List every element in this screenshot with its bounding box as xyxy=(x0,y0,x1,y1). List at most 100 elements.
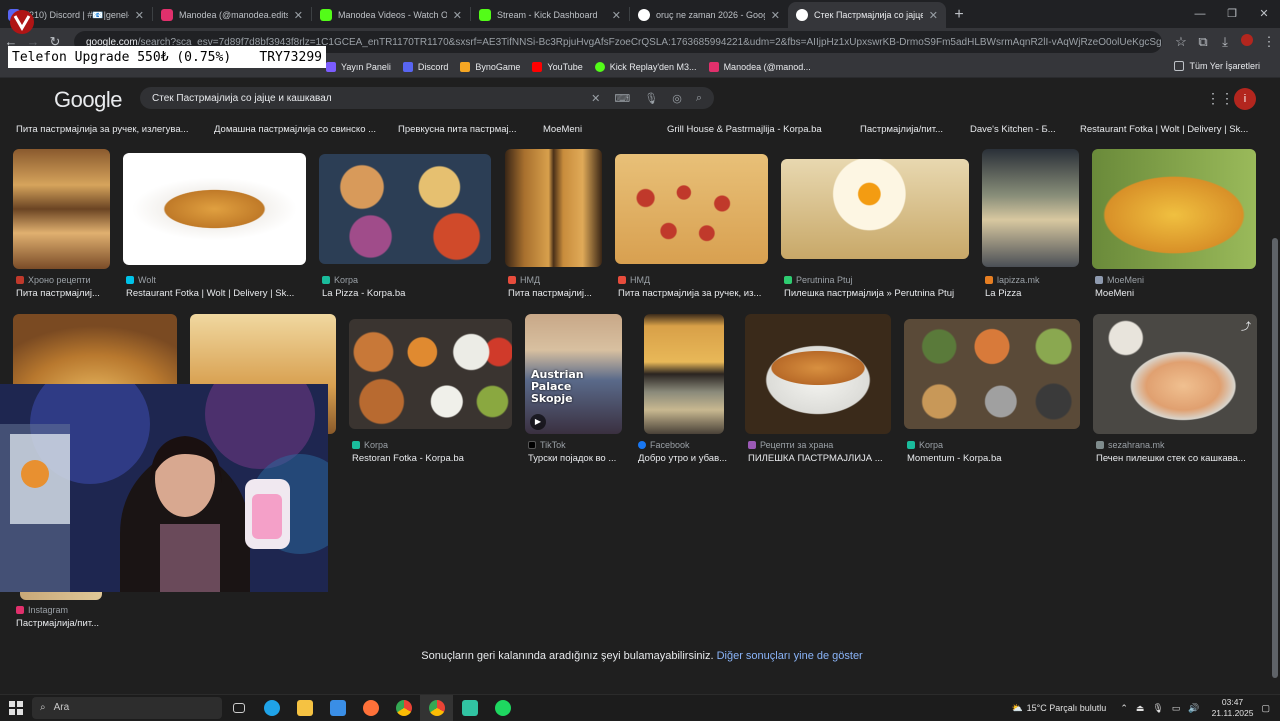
result-title[interactable]: Dave's Kitchen - Б... xyxy=(970,124,1070,135)
result-title[interactable]: Домашна пастрмајлија со свинско ... xyxy=(214,124,392,135)
bookmark-star-icon[interactable]: ☆ xyxy=(1170,31,1192,53)
result-image[interactable] xyxy=(615,154,768,264)
tab-google-oruc[interactable]: oruç ne zaman 2026 - Google'd ✕ xyxy=(630,2,788,28)
result-card-caption[interactable]: Рецепти за храна ПИЛЕШКА ПАСТРМАЈЛИЈА ..… xyxy=(748,440,893,464)
tab-kick-videos[interactable]: Manodea Videos - Watch On-D ✕ xyxy=(312,2,470,28)
bookmark-yayin-paneli[interactable]: Yayın Paneli xyxy=(326,61,391,72)
chrome-active-icon[interactable] xyxy=(420,694,453,721)
result-image[interactable] xyxy=(904,319,1080,429)
firefox-icon[interactable] xyxy=(354,695,387,721)
result-image[interactable] xyxy=(505,149,602,267)
result-card-caption[interactable]: Хроно рецепти Пита пастрмајлиј... xyxy=(16,275,116,299)
result-video[interactable]: Austrian Palace Skopje ▶ xyxy=(525,314,622,434)
menu-icon[interactable]: ⋮ xyxy=(1258,31,1280,53)
bookmark-kick-replay[interactable]: Kick Replay'den M3... xyxy=(594,61,697,72)
result-card-caption[interactable]: НМД Пита пастрмајлиј... xyxy=(508,275,604,299)
result-card-caption[interactable]: lapizza.mk La Pizza xyxy=(985,275,1081,299)
result-image[interactable] xyxy=(349,319,512,429)
page-scrollbar[interactable] xyxy=(1272,238,1278,678)
result-card-caption[interactable]: Korpa La Pizza - Korpa.ba xyxy=(322,275,492,299)
share-icon[interactable]: ⤴ xyxy=(1241,318,1251,333)
minimize-icon[interactable]: — xyxy=(1184,0,1216,28)
result-card-caption[interactable]: Korpa Momentum - Korpa.ba xyxy=(907,440,1077,464)
edge-icon[interactable] xyxy=(255,695,288,721)
result-image[interactable] xyxy=(13,149,110,269)
result-image[interactable] xyxy=(644,314,724,434)
result-image[interactable] xyxy=(745,314,891,434)
new-tab-button[interactable]: + xyxy=(946,2,972,28)
close-icon[interactable]: ✕ xyxy=(453,9,462,22)
tab-title: oruç ne zaman 2026 - Google'd xyxy=(656,10,765,20)
weather-icon[interactable]: ⛅ xyxy=(1011,703,1022,714)
store-icon[interactable] xyxy=(321,695,354,721)
source-favicon xyxy=(352,441,360,449)
search-box[interactable]: Стек Пастрмајлија со јајце и кашкавал ✕ … xyxy=(140,87,714,109)
result-card-caption[interactable]: Wolt Restaurant Fotka | Wolt | Delivery … xyxy=(126,275,306,299)
close-icon[interactable]: ✕ xyxy=(612,9,621,22)
result-title[interactable]: MoeMeni xyxy=(543,124,623,135)
file-explorer-icon[interactable] xyxy=(288,695,321,721)
bookmark-discord[interactable]: Discord xyxy=(402,61,448,72)
close-icon[interactable]: ✕ xyxy=(929,9,938,22)
mic-icon[interactable]: 🎙 xyxy=(1152,703,1163,714)
result-card-caption[interactable]: Korpa Restoran Fotka - Korpa.ba xyxy=(352,440,512,464)
lens-icon[interactable]: ◎ xyxy=(672,92,682,105)
result-card-caption[interactable]: Perutnina Ptuj Пилешка пастрмајлија » Pe… xyxy=(784,275,974,299)
result-card-caption[interactable]: sezahrana.mk Печен пилешки стек со кашка… xyxy=(1096,440,1256,464)
bookmark-youtube[interactable]: YouTube xyxy=(532,61,583,72)
close-icon[interactable]: ✕ xyxy=(771,9,780,22)
microphone-icon[interactable]: 🎙 xyxy=(644,92,658,105)
taskbar-search[interactable]: ⌕ Ara xyxy=(32,696,222,719)
notification-icon[interactable]: ▢ xyxy=(1261,703,1270,714)
maximize-icon[interactable]: ❐ xyxy=(1216,0,1248,28)
clear-icon[interactable]: ✕ xyxy=(591,92,600,105)
result-title[interactable]: Restaurant Fotka | Wolt | Delivery | Sk.… xyxy=(1080,124,1260,135)
google-logo[interactable]: Google xyxy=(54,87,122,113)
apps-grid-icon[interactable]: ⋮⋮ xyxy=(1206,90,1234,106)
weather-text[interactable]: 15°C Parçalı bulutlu xyxy=(1027,703,1107,713)
network-icon[interactable]: ▭ xyxy=(1172,703,1181,714)
tab-instagram[interactable]: Manodea (@manodea.edits) • I ✕ xyxy=(153,2,311,28)
result-image[interactable] xyxy=(319,154,491,264)
result-title[interactable]: Grill House & Pastrmajlija - Korpa.ba xyxy=(667,124,847,135)
result-card-caption[interactable]: НМД Пита пастрмајлија за ручек, из... xyxy=(618,275,773,299)
result-card-caption[interactable]: TikTok Турски појадок во ... xyxy=(528,440,626,464)
start-button[interactable] xyxy=(0,695,32,721)
task-view-icon[interactable] xyxy=(222,695,255,721)
result-image[interactable]: ⤴ xyxy=(1093,314,1257,434)
chrome-icon[interactable] xyxy=(387,695,420,721)
close-icon[interactable]: ✕ xyxy=(135,9,144,22)
bookmark-manodea[interactable]: Manodea (@manod... xyxy=(708,61,811,72)
tab-kick-dashboard[interactable]: Stream - Kick Dashboard ✕ xyxy=(471,2,629,28)
source-favicon xyxy=(748,441,756,449)
result-title[interactable]: Пастрмајлија/пит... xyxy=(860,124,960,135)
result-title[interactable]: Превкусна пита пастрмај... xyxy=(398,124,524,135)
tab-google-active[interactable]: Стек Пастрмајлија со јајце и к ✕ xyxy=(788,2,946,28)
spotify-icon[interactable] xyxy=(486,695,519,721)
keyboard-icon[interactable]: ⌨ xyxy=(614,92,630,105)
all-bookmarks[interactable]: Tüm Yer İşaretleri xyxy=(1174,61,1260,71)
account-avatar[interactable]: i xyxy=(1234,88,1256,110)
close-icon[interactable]: ✕ xyxy=(294,9,303,22)
extensions-icon[interactable]: ⧉ xyxy=(1192,31,1214,53)
close-window-icon[interactable]: ✕ xyxy=(1248,0,1280,28)
search-icon[interactable]: ⌕ xyxy=(696,92,702,105)
clock[interactable]: 03:47 21.11.2025 xyxy=(1212,697,1254,719)
result-card-caption[interactable]: MoeMeni MoeMeni xyxy=(1095,275,1255,299)
streamlabs-icon[interactable] xyxy=(453,695,486,721)
result-image[interactable] xyxy=(781,159,969,259)
download-icon[interactable]: ⤓ xyxy=(1214,31,1236,53)
result-image[interactable] xyxy=(1092,149,1256,269)
result-image[interactable] xyxy=(982,149,1079,267)
result-card-caption[interactable]: Facebook Добро утро и убав... xyxy=(638,440,736,464)
volume-icon[interactable]: 🔊 xyxy=(1188,703,1199,714)
bookmark-bynogame[interactable]: BynoGame xyxy=(460,61,520,72)
result-card-caption[interactable]: Instagram Пастрмајлија/пит... xyxy=(16,605,116,629)
result-image[interactable] xyxy=(123,153,306,265)
source-favicon xyxy=(985,276,993,284)
result-title[interactable]: Пита пастрмајлија за ручек, излегува... xyxy=(16,124,206,135)
profile-icon[interactable] xyxy=(1236,31,1258,53)
usb-icon[interactable]: ⏏ xyxy=(1136,703,1145,714)
show-more-link[interactable]: Diğer sonuçları yine de göster xyxy=(717,650,863,662)
chevron-up-icon[interactable]: ⌃ xyxy=(1120,703,1128,714)
